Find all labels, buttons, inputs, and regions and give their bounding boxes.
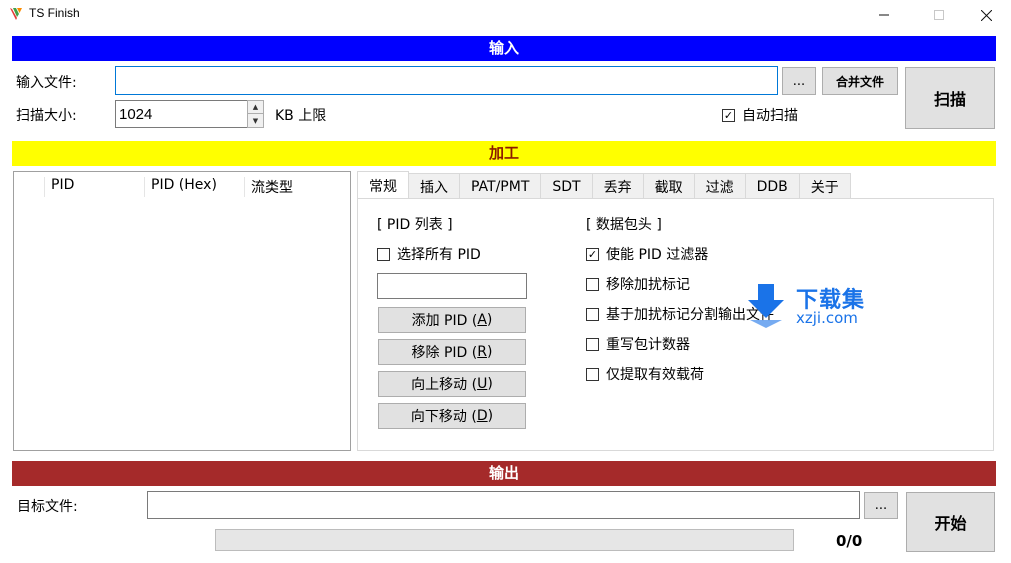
auto-scan-checkbox[interactable]: ✓ 自动扫描 [722,105,798,125]
app-icon [10,8,22,20]
process-section-header: 加工 [12,141,996,166]
pid-list-title: [ PID 列表 ] [377,217,453,233]
input-file-label: 输入文件: [16,75,77,91]
tab-insert[interactable]: 插入 [408,173,460,199]
select-all-pid-label: 选择所有 PID [397,247,481,263]
progress-bar [215,529,794,551]
payload-only-label: 仅提取有效载荷 [606,367,704,383]
target-file-label: 目标文件: [17,499,78,515]
stream-type-column-header[interactable]: 流类型 [244,177,344,197]
rewrite-counter-checkbox[interactable]: 重写包计数器 [586,334,690,354]
maximize-button[interactable] [916,0,962,30]
remove-pid-button[interactable]: 移除 PID (R) [378,339,526,365]
scan-size-field[interactable] [115,100,248,128]
spin-down-icon[interactable]: ▼ [248,114,263,127]
remove-scramble-check-icon[interactable] [586,277,599,291]
remove-pid-label-end: ) [486,344,493,360]
rewrite-counter-label: 重写包计数器 [606,337,690,353]
add-pid-label-end: ) [486,312,493,328]
tab-pat-pmt[interactable]: PAT/PMT [459,173,542,199]
select-all-pid-checkbox[interactable]: 选择所有 PID [377,244,481,264]
input-browse-button[interactable]: ... [782,67,816,95]
window-title: TS Finish [29,6,80,20]
scan-button[interactable]: 扫描 [905,67,995,129]
packet-header-title: [ 数据包头 ] [586,217,662,233]
tab-filter[interactable]: 过滤 [693,173,746,199]
enable-pid-filter-checkbox[interactable]: ✓ 使能 PID 过滤器 [586,244,708,264]
tab-cut[interactable]: 截取 [642,173,695,199]
minimize-button[interactable] [861,0,907,30]
tab-general[interactable]: 常规 [357,171,409,199]
watermark-domain: xzji.com [796,309,858,327]
scan-unit-label: KB 上限 [275,108,327,124]
remove-scramble-label: 移除加扰标记 [606,277,690,293]
close-icon [980,9,992,21]
payload-only-checkbox[interactable]: 仅提取有效载荷 [586,364,704,384]
title-bar [0,0,1011,30]
rewrite-counter-check-icon[interactable] [586,337,599,351]
add-pid-button[interactable]: 添加 PID (A) [378,307,526,333]
select-all-check-icon[interactable] [377,247,390,261]
move-up-hotkey: U [477,376,488,392]
watermark: 下载集 xzji.com [740,282,890,328]
move-up-label: 向上移动 ( [411,377,478,393]
move-down-hotkey: D [476,408,488,424]
output-browse-button[interactable]: ... [864,492,898,519]
tab-about[interactable]: 关于 [798,173,851,199]
remove-pid-label: 移除 PID ( [411,345,478,361]
spin-up-icon[interactable]: ▲ [248,101,263,114]
watermark-logo-icon [748,284,784,328]
split-by-scramble-check-icon[interactable] [586,307,599,321]
pid-column-header[interactable]: PID [44,177,144,197]
move-down-button[interactable]: 向下移动 (D) [378,403,526,429]
tab-sdt[interactable]: SDT [540,173,593,199]
maximize-icon [934,10,944,20]
pid-input-field[interactable] [377,273,527,299]
tab-ddb[interactable]: DDB [744,173,800,199]
move-down-label-end: ) [487,408,494,424]
tab-strip: 常规 插入 PAT/PMT SDT 丢弃 截取 过滤 DDB 关于 [357,171,851,199]
tab-discard[interactable]: 丢弃 [591,173,644,199]
merge-files-button[interactable]: 合并文件 [822,67,898,95]
enable-pid-filter-check-icon[interactable]: ✓ [586,247,599,261]
auto-scan-label: 自动扫描 [742,108,798,124]
input-section-header: 输入 [12,36,996,61]
add-pid-hotkey: A [477,312,487,328]
scan-size-spinner[interactable]: ▲ ▼ [247,100,264,128]
minimize-icon [879,14,889,16]
move-up-button[interactable]: 向上移动 (U) [378,371,526,397]
general-tab-panel: [ PID 列表 ] 选择所有 PID 添加 PID (A) 移除 PID (R… [357,198,994,451]
progress-text: 0/0 [836,532,863,550]
add-pid-label: 添加 PID ( [411,313,478,329]
close-button[interactable] [963,0,1009,30]
move-down-label: 向下移动 ( [410,409,477,425]
start-button[interactable]: 开始 [906,492,995,552]
output-section-header: 输出 [12,461,996,486]
move-up-label-end: ) [487,376,493,392]
pid-hex-column-header[interactable]: PID (Hex) [144,177,244,197]
auto-scan-check-icon[interactable]: ✓ [722,108,735,122]
remove-scramble-flag-checkbox[interactable]: 移除加扰标记 [586,274,690,294]
scan-size-label: 扫描大小: [16,108,77,124]
enable-pid-filter-label: 使能 PID 过滤器 [606,247,709,263]
target-file-field[interactable] [147,491,860,519]
payload-only-check-icon[interactable] [586,367,599,381]
input-file-field[interactable] [115,66,778,95]
pid-table[interactable]: PID PID (Hex) 流类型 [13,171,351,451]
remove-pid-hotkey: R [477,344,487,360]
